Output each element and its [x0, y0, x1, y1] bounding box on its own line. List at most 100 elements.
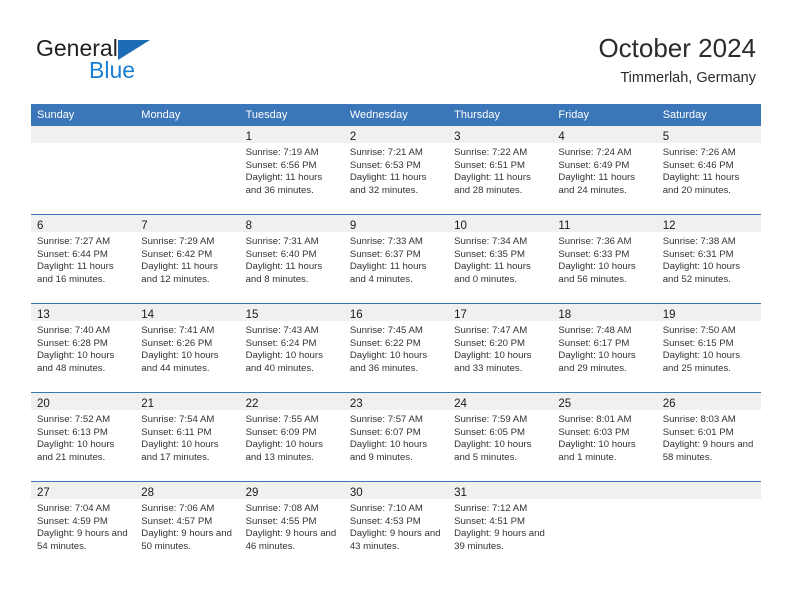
day-number: 30: [349, 487, 363, 499]
day-details: Sunrise: 8:03 AM Sunset: 6:01 PM Dayligh…: [662, 414, 754, 463]
day-details: Sunrise: 7:04 AM Sunset: 4:59 PM Dayligh…: [37, 503, 128, 552]
day-details: Sunrise: 7:36 AM Sunset: 6:33 PM Dayligh…: [558, 236, 636, 285]
day-details: Sunrise: 7:59 AM Sunset: 6:05 PM Dayligh…: [454, 414, 532, 463]
day-details: Sunrise: 7:40 AM Sunset: 6:28 PM Dayligh…: [37, 325, 115, 374]
day-number: 6: [37, 220, 44, 232]
calendar-day-cell[interactable]: 6 Sunrise: 7:27 AM Sunset: 6:44 PM Daylig…: [31, 214, 136, 304]
day-number: 17: [454, 309, 467, 321]
day-number: 11: [558, 220, 571, 232]
calendar-day-cell[interactable]: 8 Sunrise: 7:31 AM Sunset: 6:40 PM Daylig…: [239, 214, 344, 304]
calendar-day-cell[interactable]: 28 Sunrise: 7:06 AM Sunset: 4:57 PM Dayli…: [135, 481, 240, 570]
day-details: Sunrise: 7:26 AM Sunset: 6:46 PM Dayligh…: [662, 147, 740, 196]
calendar-day-cell[interactable]: 21 Sunrise: 7:54 AM Sunset: 6:11 PM Dayli…: [135, 392, 240, 482]
calendar-day-cell[interactable]: 11 Sunrise: 7:36 AM Sunset: 6:33 PM Dayli…: [552, 214, 657, 304]
calendar-day-cell[interactable]: 3 Sunrise: 7:22 AM Sunset: 6:51 PM Daylig…: [448, 126, 553, 215]
calendar-day-cell[interactable]: 10 Sunrise: 7:34 AM Sunset: 6:35 PM Dayli…: [448, 214, 553, 304]
calendar-day-cell[interactable]: [31, 126, 136, 215]
day-details: Sunrise: 7:12 AM Sunset: 4:51 PM Dayligh…: [454, 503, 545, 552]
day-number: 7: [141, 220, 148, 232]
calendar-day-cell[interactable]: 12 Sunrise: 7:38 AM Sunset: 6:31 PM Dayli…: [656, 214, 761, 304]
calendar-day-cell[interactable]: 5 Sunrise: 7:26 AM Sunset: 6:46 PM Daylig…: [656, 126, 761, 215]
calendar-day-cell[interactable]: 15 Sunrise: 7:43 AM Sunset: 6:24 PM Dayli…: [239, 303, 344, 393]
calendar-day-cell[interactable]: 20 Sunrise: 7:52 AM Sunset: 6:13 PM Dayli…: [31, 392, 136, 482]
day-number: 18: [558, 309, 572, 321]
calendar-day-cell[interactable]: 27 Sunrise: 7:04 AM Sunset: 4:59 PM Dayli…: [31, 481, 136, 570]
weekday-header-thursday: Thursday: [448, 104, 553, 126]
day-number: 31: [454, 487, 467, 499]
calendar-day-cell[interactable]: 25 Sunrise: 8:01 AM Sunset: 6:03 PM Dayli…: [552, 392, 657, 482]
day-details: Sunrise: 7:29 AM Sunset: 6:42 PM Dayligh…: [141, 236, 218, 285]
day-number: 23: [349, 398, 363, 410]
day-details: Sunrise: 7:24 AM Sunset: 6:49 PM Dayligh…: [558, 147, 636, 196]
calendar-day-cell[interactable]: [135, 126, 240, 215]
calendar-day-cell[interactable]: 26 Sunrise: 8:03 AM Sunset: 6:01 PM Dayli…: [656, 392, 761, 482]
day-number: 28: [141, 487, 155, 499]
calendar-day-cell[interactable]: 22 Sunrise: 7:55 AM Sunset: 6:09 PM Dayli…: [239, 392, 344, 482]
calendar-day-cell[interactable]: 14 Sunrise: 7:41 AM Sunset: 6:26 PM Dayli…: [135, 303, 240, 393]
calendar-day-cell[interactable]: 24 Sunrise: 7:59 AM Sunset: 6:05 PM Dayli…: [448, 392, 553, 482]
title-block: October 2024 Timmerlah, Germany: [598, 33, 756, 88]
day-details: Sunrise: 7:10 AM Sunset: 4:53 PM Dayligh…: [349, 503, 441, 552]
day-details: Sunrise: 7:41 AM Sunset: 6:26 PM Dayligh…: [141, 325, 219, 374]
calendar-day-cell[interactable]: 17 Sunrise: 7:47 AM Sunset: 6:20 PM Dayli…: [448, 303, 553, 393]
day-details: Sunrise: 7:19 AM Sunset: 6:56 PM Dayligh…: [245, 147, 323, 196]
calendar-day-cell[interactable]: 13 Sunrise: 7:40 AM Sunset: 6:28 PM Dayli…: [31, 303, 136, 393]
day-number: 12: [662, 220, 676, 232]
calendar-week-row: 6 Sunrise: 7:27 AM Sunset: 6:44 PM Daylig…: [31, 214, 761, 304]
calendar-day-cell[interactable]: 18 Sunrise: 7:48 AM Sunset: 6:17 PM Dayli…: [552, 303, 657, 393]
day-details: Sunrise: 7:52 AM Sunset: 6:13 PM Dayligh…: [37, 414, 115, 463]
day-details: Sunrise: 7:47 AM Sunset: 6:20 PM Dayligh…: [454, 325, 532, 374]
calendar-day-cell[interactable]: 1 Sunrise: 7:19 AM Sunset: 6:56 PM Daylig…: [239, 126, 344, 215]
logo-text-blue: Blue: [89, 57, 136, 83]
day-number: 22: [245, 398, 259, 410]
day-details: Sunrise: 7:48 AM Sunset: 6:17 PM Dayligh…: [558, 325, 636, 374]
page-subtitle: Timmerlah, Germany: [620, 70, 756, 86]
calendar-body: 1 Sunrise: 7:19 AM Sunset: 6:56 PM Daylig…: [31, 126, 761, 570]
day-details: Sunrise: 7:31 AM Sunset: 6:40 PM Dayligh…: [245, 236, 323, 285]
day-details: [135, 143, 239, 147]
weekday-header-tuesday: Tuesday: [239, 104, 344, 126]
calendar-day-cell[interactable]: 4 Sunrise: 7:24 AM Sunset: 6:49 PM Daylig…: [552, 126, 657, 215]
day-number: 27: [37, 487, 50, 499]
day-number: 1: [245, 131, 252, 143]
calendar-week-row: 13 Sunrise: 7:40 AM Sunset: 6:28 PM Dayli…: [31, 303, 761, 393]
weekday-header-friday: Friday: [552, 104, 657, 126]
day-number: 10: [454, 220, 467, 232]
calendar-day-cell[interactable]: 30 Sunrise: 7:10 AM Sunset: 4:53 PM Dayli…: [343, 481, 449, 570]
calendar-week-row: 27 Sunrise: 7:04 AM Sunset: 4:59 PM Dayli…: [31, 481, 761, 570]
calendar-grid: Sunday Monday Tuesday Wednesday Thursday…: [31, 104, 761, 570]
day-details: Sunrise: 7:33 AM Sunset: 6:37 PM Dayligh…: [349, 236, 427, 285]
weekday-header-sunday: Sunday: [31, 104, 136, 126]
day-details: Sunrise: 7:43 AM Sunset: 6:24 PM Dayligh…: [245, 325, 323, 374]
general-blue-logo: General Blue: [36, 36, 166, 86]
day-details: Sunrise: 7:55 AM Sunset: 6:09 PM Dayligh…: [245, 414, 323, 463]
day-number: 20: [37, 398, 50, 410]
page-title: October 2024: [598, 33, 756, 63]
calendar-day-cell[interactable]: 2 Sunrise: 7:21 AM Sunset: 6:53 PM Daylig…: [343, 126, 449, 215]
calendar-day-cell[interactable]: 7 Sunrise: 7:29 AM Sunset: 6:42 PM Daylig…: [135, 214, 240, 304]
day-details: Sunrise: 7:22 AM Sunset: 6:51 PM Dayligh…: [454, 147, 531, 196]
day-details: Sunrise: 7:21 AM Sunset: 6:53 PM Dayligh…: [349, 147, 427, 196]
calendar-day-cell[interactable]: 19 Sunrise: 7:50 AM Sunset: 6:15 PM Dayli…: [656, 303, 761, 393]
day-details: Sunrise: 7:27 AM Sunset: 6:44 PM Dayligh…: [37, 236, 114, 285]
calendar-day-cell[interactable]: 16 Sunrise: 7:45 AM Sunset: 6:22 PM Dayli…: [343, 303, 449, 393]
day-number: 15: [245, 309, 259, 321]
calendar-day-cell[interactable]: 23 Sunrise: 7:57 AM Sunset: 6:07 PM Dayli…: [343, 392, 449, 482]
calendar-day-cell[interactable]: 31 Sunrise: 7:12 AM Sunset: 4:51 PM Dayli…: [448, 481, 553, 570]
day-number: 24: [454, 398, 467, 410]
calendar-day-cell[interactable]: [552, 481, 657, 570]
calendar-day-cell[interactable]: 29 Sunrise: 7:08 AM Sunset: 4:55 PM Dayli…: [239, 481, 344, 570]
calendar-week-row: 20 Sunrise: 7:52 AM Sunset: 6:13 PM Dayli…: [31, 392, 761, 482]
weekday-header-monday: Monday: [135, 104, 240, 126]
day-details: [31, 143, 135, 147]
calendar-day-cell[interactable]: [656, 481, 761, 570]
day-details: Sunrise: 7:38 AM Sunset: 6:31 PM Dayligh…: [662, 236, 741, 285]
day-number: 2: [349, 131, 357, 143]
calendar-page: General Blue October 2024 Timmerlah, Ger…: [0, 0, 792, 612]
day-details: Sunrise: 7:54 AM Sunset: 6:11 PM Dayligh…: [141, 414, 219, 463]
day-number: 3: [454, 131, 461, 143]
calendar-day-cell[interactable]: 9 Sunrise: 7:33 AM Sunset: 6:37 PM Daylig…: [343, 214, 449, 304]
day-number: 9: [349, 220, 357, 232]
day-number: 25: [558, 398, 572, 410]
day-details: Sunrise: 7:06 AM Sunset: 4:57 PM Dayligh…: [141, 503, 232, 552]
